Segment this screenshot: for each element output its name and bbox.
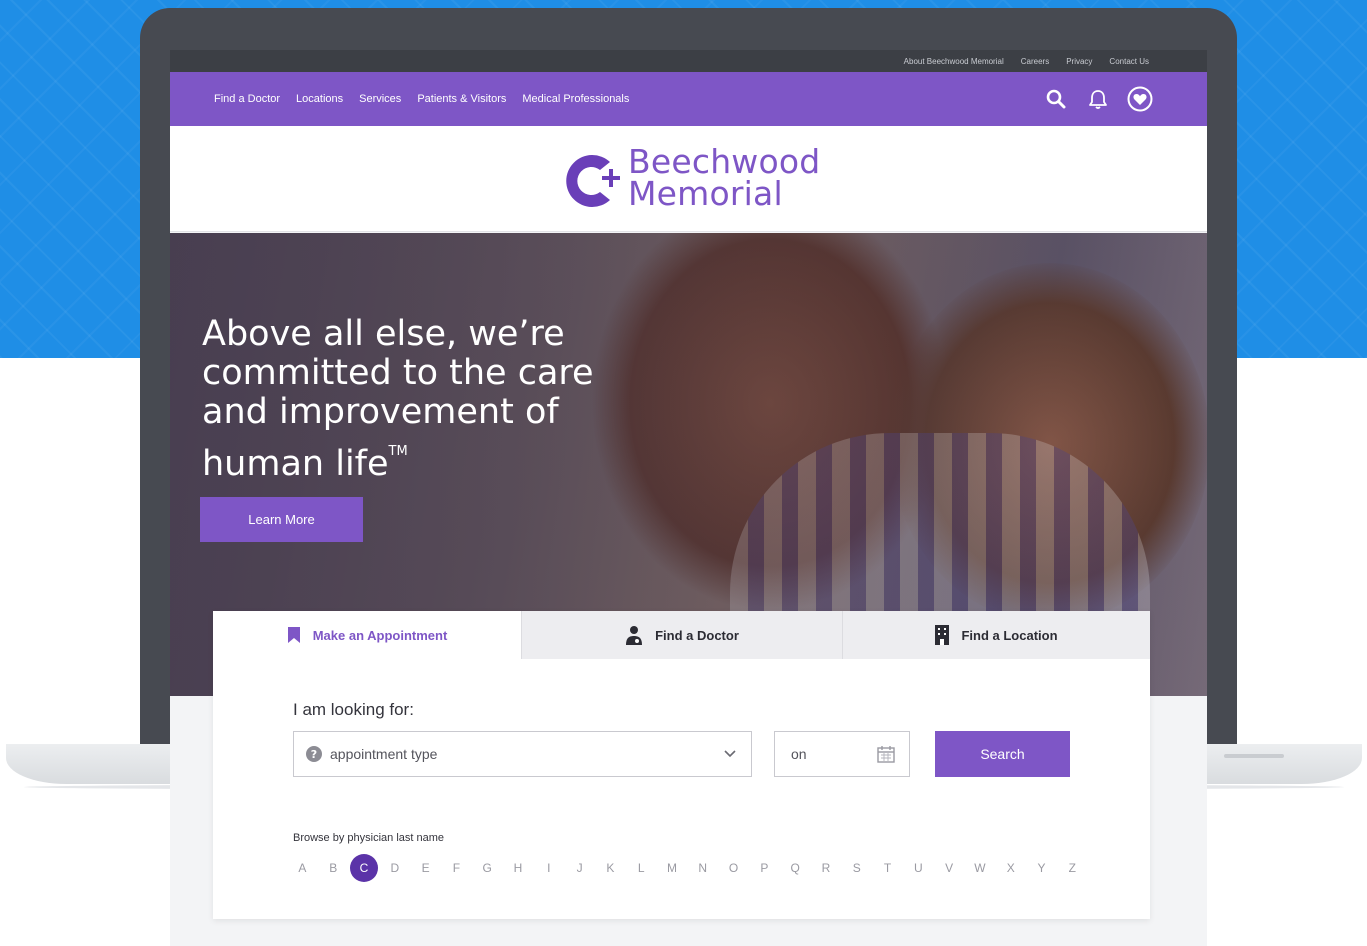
date-input[interactable]: on <box>774 731 910 777</box>
doctor-icon <box>626 626 643 645</box>
tab-label: Make an Appointment <box>312 627 448 643</box>
letter-r[interactable]: R <box>811 854 842 882</box>
building-icon <box>935 625 950 645</box>
tab-make-appointment[interactable]: Make an Appointment <box>213 611 521 659</box>
laptop-notch <box>1224 754 1284 758</box>
bell-icon[interactable] <box>1085 86 1111 112</box>
svg-text:?: ? <box>311 748 317 761</box>
looking-for-label: I am looking for: <box>293 700 414 719</box>
bookmark-icon <box>287 627 300 643</box>
letter-t[interactable]: T <box>872 854 903 882</box>
logo-bar: Beechwood Memorial <box>170 126 1207 232</box>
logo-wordmark: Beechwood Memorial <box>628 145 820 213</box>
main-nav-links: Find a Doctor Locations Services Patient… <box>214 93 629 105</box>
utility-link-careers[interactable]: Careers <box>1021 57 1049 66</box>
utility-link-about[interactable]: About Beechwood Memorial <box>904 57 1004 66</box>
letter-b[interactable]: B <box>318 854 349 882</box>
help-icon: ? <box>306 746 322 762</box>
letter-d[interactable]: D <box>379 854 410 882</box>
letter-x[interactable]: X <box>995 854 1026 882</box>
main-nav: Find a Doctor Locations Services Patient… <box>170 72 1207 126</box>
letter-c[interactable]: C <box>349 854 380 882</box>
hero-heading: Above all else, we’re committed to the c… <box>202 315 622 484</box>
letter-p[interactable]: P <box>749 854 780 882</box>
logo-line-2: Memorial <box>628 174 783 213</box>
tab-find-doctor[interactable]: Find a Doctor <box>521 611 842 659</box>
learn-more-button[interactable]: Learn More <box>200 497 363 542</box>
letter-m[interactable]: M <box>657 854 688 882</box>
appointment-type-placeholder: appointment type <box>330 746 438 762</box>
letter-n[interactable]: N <box>687 854 718 882</box>
search-card: Make an Appointment Find a Doctor Find a… <box>213 611 1150 919</box>
letter-o[interactable]: O <box>718 854 749 882</box>
logo-mark-icon <box>566 155 620 207</box>
heart-icon[interactable] <box>1127 86 1153 112</box>
nav-link-locations[interactable]: Locations <box>296 93 343 105</box>
chevron-down-icon <box>724 750 736 758</box>
nav-link-services[interactable]: Services <box>359 93 401 105</box>
utility-nav: About Beechwood Memorial Careers Privacy… <box>170 50 1207 72</box>
tab-label: Find a Doctor <box>655 627 739 643</box>
letter-y[interactable]: Y <box>1026 854 1057 882</box>
letter-h[interactable]: H <box>503 854 534 882</box>
nav-link-find-a-doctor[interactable]: Find a Doctor <box>214 93 280 105</box>
letter-a[interactable]: A <box>287 854 318 882</box>
date-placeholder: on <box>791 746 807 762</box>
nav-icons <box>1043 86 1153 112</box>
appointment-type-select[interactable]: ? appointment type <box>293 731 752 777</box>
letter-f[interactable]: F <box>441 854 472 882</box>
letter-v[interactable]: V <box>934 854 965 882</box>
nav-link-medical-professionals[interactable]: Medical Professionals <box>522 93 629 105</box>
letter-z[interactable]: Z <box>1057 854 1088 882</box>
letter-k[interactable]: K <box>595 854 626 882</box>
utility-link-contact[interactable]: Contact Us <box>1109 57 1149 66</box>
alphabet-browse: A B C D E F G H I J K L M N O P Q R S T … <box>287 854 1088 882</box>
letter-j[interactable]: J <box>564 854 595 882</box>
tab-find-location[interactable]: Find a Location <box>842 611 1150 659</box>
letter-i[interactable]: I <box>533 854 564 882</box>
website-screen: About Beechwood Memorial Careers Privacy… <box>170 50 1207 946</box>
letter-g[interactable]: G <box>472 854 503 882</box>
search-button[interactable]: Search <box>935 731 1070 777</box>
search-tabs: Make an Appointment Find a Doctor Find a… <box>213 611 1150 659</box>
letter-e[interactable]: E <box>410 854 441 882</box>
utility-link-privacy[interactable]: Privacy <box>1066 57 1092 66</box>
brand-logo[interactable]: Beechwood Memorial <box>560 145 830 213</box>
letter-l[interactable]: L <box>626 854 657 882</box>
calendar-icon[interactable] <box>877 745 895 763</box>
nav-link-patients-visitors[interactable]: Patients & Visitors <box>417 93 506 105</box>
tab-label: Find a Location <box>961 627 1058 643</box>
trademark-mark: TM <box>388 444 408 459</box>
letter-w[interactable]: W <box>965 854 996 882</box>
letter-c-label: C <box>349 854 378 882</box>
letter-s[interactable]: S <box>841 854 872 882</box>
letter-u[interactable]: U <box>903 854 934 882</box>
search-icon[interactable] <box>1043 86 1069 112</box>
browse-label: Browse by physician last name <box>293 832 445 844</box>
letter-q[interactable]: Q <box>780 854 811 882</box>
